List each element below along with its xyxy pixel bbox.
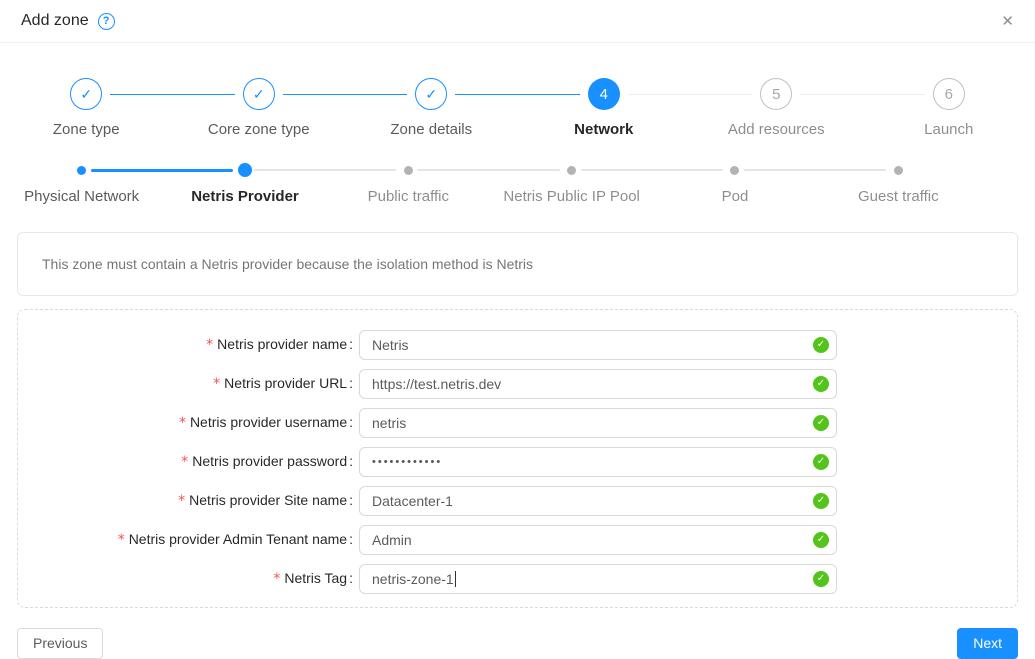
- field-label: *Netris Tag:: [18, 563, 353, 594]
- valid-check-icon: ✓: [813, 532, 829, 548]
- step-label: Core zone type: [173, 121, 346, 138]
- netris-provider-url-input[interactable]: https://test.netris.dev ✓: [359, 369, 837, 399]
- step-check-icon: ✓: [70, 78, 102, 110]
- field-label: *Netris provider Site name:: [18, 485, 353, 516]
- substep-dot: [404, 166, 413, 175]
- netris-provider-admin-tenant-name-input[interactable]: Admin ✓: [359, 525, 837, 555]
- step-check-icon: ✓: [243, 78, 275, 110]
- substep-dot: [894, 166, 903, 175]
- step-label: Zone details: [345, 121, 518, 138]
- isolation-method-notice: This zone must contain a Netris provider…: [17, 232, 1018, 296]
- netris-provider-name-input[interactable]: Netris ✓: [359, 330, 837, 360]
- step-label: Launch: [863, 121, 1035, 138]
- netris-provider-username-input[interactable]: netris ✓: [359, 408, 837, 438]
- required-marker: *: [118, 532, 125, 548]
- step-number: 6: [933, 78, 965, 110]
- step-add-resources: 5 Add resources: [690, 78, 863, 138]
- netris-tag-input[interactable]: netris-zone-1 ✓: [359, 564, 837, 594]
- valid-check-icon: ✓: [813, 454, 829, 470]
- next-button[interactable]: Next: [957, 628, 1018, 659]
- network-substeps: Physical Network Netris Provider Public …: [0, 163, 1035, 205]
- valid-check-icon: ✓: [813, 493, 829, 509]
- form-row: *Netris provider Admin Tenant name: Admi…: [18, 524, 1017, 555]
- masked-password-value: ••••••••••••: [372, 456, 442, 468]
- required-marker: *: [206, 337, 213, 353]
- form-row: *Netris Tag: netris-zone-1 ✓: [18, 563, 1017, 594]
- substep-label: Netris Public IP Pool: [490, 188, 653, 205]
- step-label: Network: [518, 121, 691, 138]
- required-marker: *: [273, 571, 280, 587]
- netris-provider-site-name-input[interactable]: Datacenter-1 ✓: [359, 486, 837, 516]
- field-label: *Netris provider name:: [18, 329, 353, 360]
- netris-provider-form: *Netris provider name: Netris ✓ *Netris …: [17, 309, 1018, 608]
- substep-physical-network: Physical Network: [0, 163, 163, 205]
- valid-check-icon: ✓: [813, 376, 829, 392]
- text-cursor: [455, 571, 456, 587]
- form-row: *Netris provider password: •••••••••••• …: [18, 446, 1017, 477]
- step-label: Add resources: [690, 121, 863, 138]
- required-marker: *: [213, 376, 220, 392]
- step-zone-type: ✓ Zone type: [0, 78, 173, 138]
- dialog-footer: Previous Next: [17, 628, 1018, 659]
- required-marker: *: [178, 493, 185, 509]
- substep-label: Public traffic: [327, 188, 490, 205]
- wizard-steps: ✓ Zone type ✓ Core zone type ✓ Zone deta…: [0, 78, 1035, 138]
- dialog-header: Add zone ? ✕: [0, 0, 1035, 43]
- substep-dot: [238, 163, 252, 177]
- field-label: *Netris provider Admin Tenant name:: [18, 524, 353, 555]
- substep-label: Physical Network: [0, 188, 163, 205]
- notice-text: This zone must contain a Netris provider…: [42, 256, 533, 272]
- form-row: *Netris provider name: Netris ✓: [18, 329, 1017, 360]
- valid-check-icon: ✓: [813, 337, 829, 353]
- netris-provider-password-input[interactable]: •••••••••••• ✓: [359, 447, 837, 477]
- substep-label: Netris Provider: [163, 188, 326, 205]
- field-label: *Netris provider username:: [18, 407, 353, 438]
- step-network: 4 Network: [518, 78, 691, 138]
- substep-dot: [567, 166, 576, 175]
- step-zone-details: ✓ Zone details: [345, 78, 518, 138]
- form-row: *Netris provider Site name: Datacenter-1…: [18, 485, 1017, 516]
- required-marker: *: [179, 415, 186, 431]
- previous-button[interactable]: Previous: [17, 628, 103, 659]
- form-row: *Netris provider username: netris ✓: [18, 407, 1017, 438]
- form-row: *Netris provider URL: https://test.netri…: [18, 368, 1017, 399]
- substep-dot: [77, 166, 86, 175]
- page-title: Add zone: [21, 12, 89, 30]
- step-check-icon: ✓: [415, 78, 447, 110]
- step-number: 5: [760, 78, 792, 110]
- step-launch: 6 Launch: [863, 78, 1035, 138]
- valid-check-icon: ✓: [813, 415, 829, 431]
- step-label: Zone type: [0, 121, 173, 138]
- substep-label: Guest traffic: [817, 188, 980, 205]
- substep-dot: [730, 166, 739, 175]
- substep-label: Pod: [653, 188, 816, 205]
- step-number: 4: [588, 78, 620, 110]
- help-icon[interactable]: ?: [98, 13, 115, 30]
- field-label: *Netris provider password:: [18, 446, 353, 477]
- field-label: *Netris provider URL:: [18, 368, 353, 399]
- close-icon[interactable]: ✕: [1001, 14, 1014, 29]
- valid-check-icon: ✓: [813, 571, 829, 587]
- required-marker: *: [181, 454, 188, 470]
- step-core-zone-type: ✓ Core zone type: [173, 78, 346, 138]
